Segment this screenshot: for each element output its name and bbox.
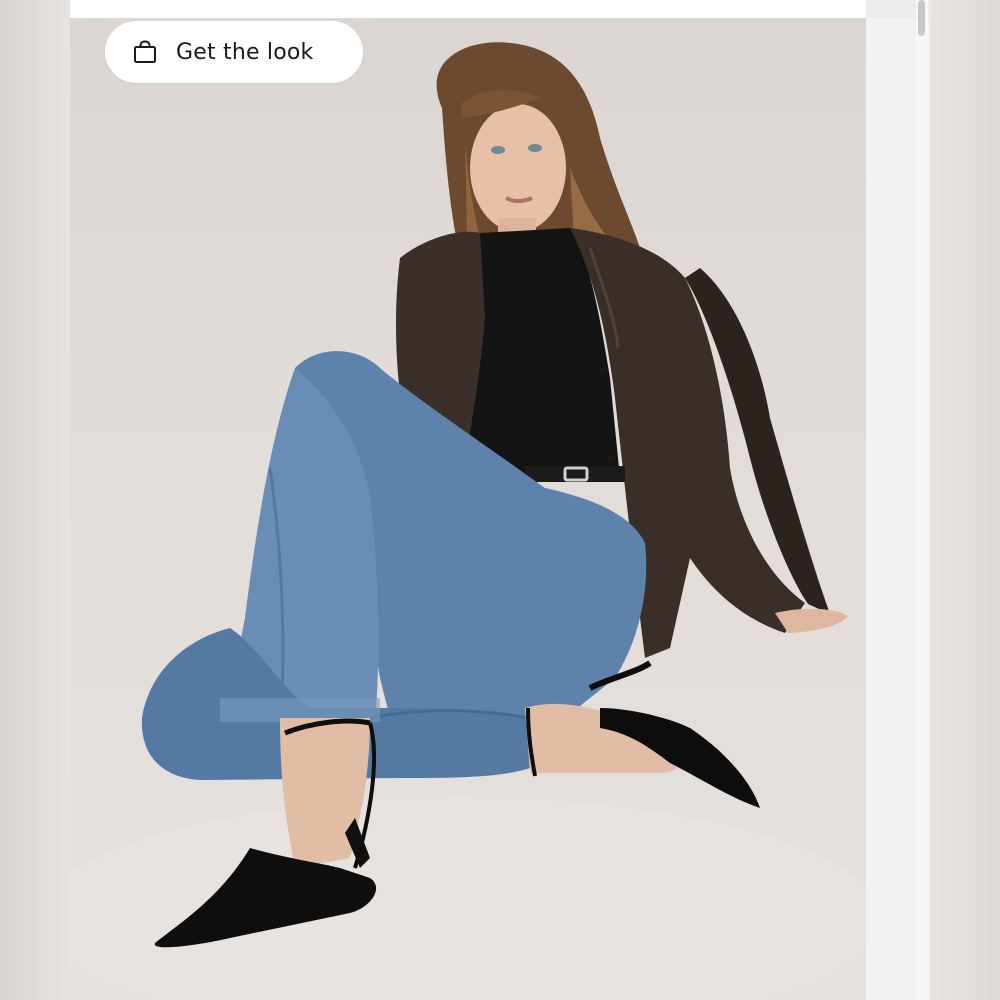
get-the-look-label: Get the look — [176, 39, 314, 65]
get-the-look-button[interactable]: Get the look — [105, 21, 363, 83]
app-viewport: Get the look — [0, 0, 1000, 1000]
scrollbar-thumb[interactable] — [918, 0, 925, 36]
product-photo[interactable] — [70, 18, 866, 1000]
face — [470, 104, 566, 232]
left-gutter — [0, 0, 70, 1000]
top-strip — [70, 0, 920, 18]
shopping-bag-icon — [132, 39, 158, 65]
model-illustration — [70, 42, 866, 1000]
right-edge — [930, 0, 1000, 1000]
scrollbar-track[interactable] — [916, 0, 928, 1000]
